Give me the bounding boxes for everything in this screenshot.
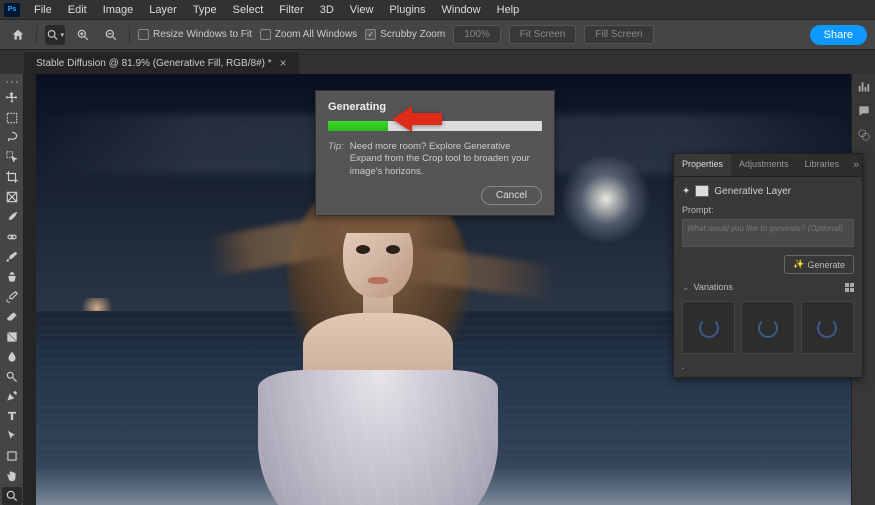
prompt-label: Prompt: <box>682 205 854 215</box>
spinner-icon <box>758 318 778 338</box>
tip-label: Tip: <box>328 141 344 178</box>
annotation-arrow-icon <box>392 106 442 132</box>
zoom-all-label: Zoom All Windows <box>275 29 357 40</box>
close-tab-icon[interactable]: × <box>280 56 287 70</box>
menu-help[interactable]: Help <box>489 1 528 19</box>
clone-stamp-tool[interactable] <box>2 268 22 286</box>
menu-plugins[interactable]: Plugins <box>381 1 433 19</box>
chevron-down-icon[interactable]: ⌄ <box>682 282 690 292</box>
tab-adjustments[interactable]: Adjustments <box>731 154 797 176</box>
histogram-icon[interactable] <box>856 80 872 94</box>
resize-windows-label: Resize Windows to Fit <box>153 29 252 40</box>
feedback-link[interactable] <box>682 360 854 369</box>
generative-layer-icon: ✦ <box>682 186 690 197</box>
lasso-tool[interactable] <box>2 129 22 147</box>
object-select-tool[interactable] <box>2 148 22 166</box>
menu-filter[interactable]: Filter <box>271 1 311 19</box>
brush-tool[interactable] <box>2 248 22 266</box>
tab-properties[interactable]: Properties <box>674 154 731 176</box>
variation-thumb-3[interactable] <box>801 301 854 354</box>
eyedropper-tool[interactable] <box>2 208 22 226</box>
scrubby-zoom-label: Scrubby Zoom <box>380 29 445 40</box>
path-select-tool[interactable] <box>2 427 22 445</box>
resize-windows-checkbox[interactable]: Resize Windows to Fit <box>138 29 252 40</box>
toolbox <box>0 74 24 505</box>
variations-label: Variations <box>694 282 733 292</box>
separator <box>129 26 130 44</box>
toolbox-grip[interactable] <box>6 81 18 84</box>
fill-screen-button[interactable]: Fill Screen <box>584 25 653 44</box>
zoom-100-button[interactable]: 100% <box>453 25 501 44</box>
frame-tool[interactable] <box>2 188 22 206</box>
menu-window[interactable]: Window <box>434 1 489 19</box>
color-swatch-icon[interactable] <box>856 128 872 142</box>
generate-button[interactable]: ✨Generate <box>784 255 854 274</box>
zoom-tool[interactable] <box>2 487 22 505</box>
menu-type[interactable]: Type <box>185 1 225 19</box>
crop-tool[interactable] <box>2 168 22 186</box>
menu-edit[interactable]: Edit <box>60 1 95 19</box>
scrubby-zoom-checkbox[interactable]: ✓Scrubby Zoom <box>365 29 445 40</box>
document-tab[interactable]: Stable Diffusion @ 81.9% (Generative Fil… <box>24 52 299 74</box>
cancel-button[interactable]: Cancel <box>481 186 542 205</box>
tip-text: Need more room? Explore Generative Expan… <box>350 141 542 178</box>
shape-tool[interactable] <box>2 447 22 465</box>
comments-icon[interactable] <box>856 104 872 118</box>
layer-type-label: Generative Layer <box>714 186 791 197</box>
menu-image[interactable]: Image <box>95 1 142 19</box>
move-tool[interactable] <box>2 89 22 107</box>
menu-view[interactable]: View <box>342 1 382 19</box>
app-logo: Ps <box>4 3 20 17</box>
properties-panel: Properties Adjustments Libraries » ✦ Gen… <box>673 153 863 378</box>
spinner-icon <box>699 318 719 338</box>
variation-thumb-2[interactable] <box>741 301 794 354</box>
gradient-tool[interactable] <box>2 328 22 346</box>
zoom-all-checkbox[interactable]: Zoom All Windows <box>260 29 357 40</box>
pen-tool[interactable] <box>2 388 22 406</box>
options-bar: ▾ Resize Windows to Fit Zoom All Windows… <box>0 20 875 50</box>
main-menubar: Ps File Edit Image Layer Type Select Fil… <box>0 0 875 20</box>
share-button[interactable]: Share <box>810 25 867 45</box>
prompt-input[interactable]: What would you like to generate? (Option… <box>682 219 854 247</box>
document-tab-title: Stable Diffusion @ 81.9% (Generative Fil… <box>36 58 272 69</box>
layer-thumbnail <box>695 185 709 197</box>
zoom-in-icon[interactable] <box>73 25 93 45</box>
history-brush-tool[interactable] <box>2 288 22 306</box>
panel-collapse-icon[interactable]: » <box>847 154 865 176</box>
marquee-tool[interactable] <box>2 109 22 127</box>
menu-file[interactable]: File <box>26 1 60 19</box>
separator <box>36 26 37 44</box>
blur-tool[interactable] <box>2 348 22 366</box>
dodge-tool[interactable] <box>2 368 22 386</box>
document-tab-bar: Stable Diffusion @ 81.9% (Generative Fil… <box>0 50 875 74</box>
spinner-icon <box>817 318 837 338</box>
fit-screen-button[interactable]: Fit Screen <box>509 25 577 44</box>
type-tool[interactable] <box>2 407 22 425</box>
menu-select[interactable]: Select <box>225 1 272 19</box>
healing-brush-tool[interactable] <box>2 228 22 246</box>
menu-layer[interactable]: Layer <box>141 1 185 19</box>
zoom-out-icon[interactable] <box>101 25 121 45</box>
tab-libraries[interactable]: Libraries <box>797 154 848 176</box>
eraser-tool[interactable] <box>2 308 22 326</box>
home-icon[interactable] <box>8 25 28 45</box>
variation-thumb-1[interactable] <box>682 301 735 354</box>
zoom-tool-preset-icon[interactable]: ▾ <box>45 25 65 45</box>
grid-view-icon[interactable] <box>845 283 854 292</box>
menu-3d[interactable]: 3D <box>312 1 342 19</box>
sparkle-icon: ✨ <box>793 259 804 270</box>
hand-tool[interactable] <box>2 467 22 485</box>
